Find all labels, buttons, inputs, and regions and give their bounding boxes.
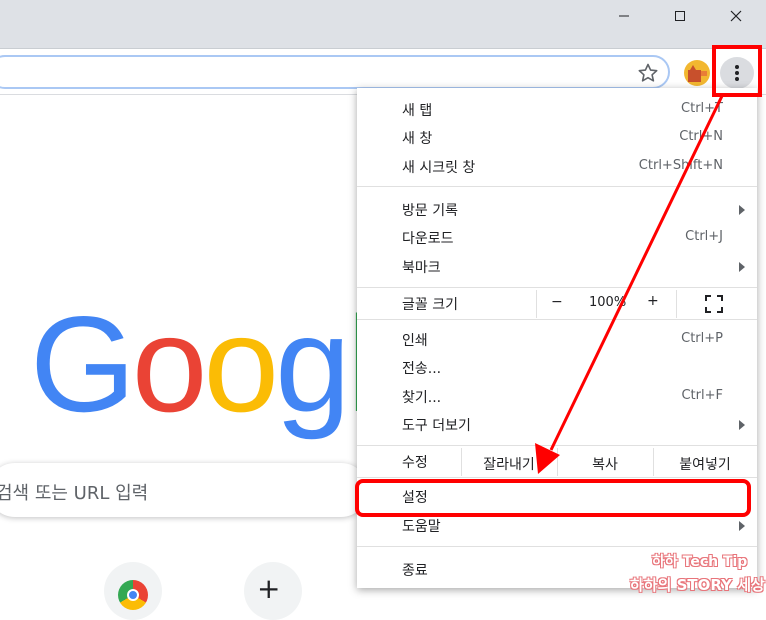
- minimize-button[interactable]: [596, 0, 652, 32]
- menu-item-find[interactable]: 찾기... Ctrl+F: [357, 383, 757, 411]
- menu-separator: [357, 287, 757, 288]
- logo-letter: o: [131, 288, 208, 440]
- logo-letter: o: [203, 288, 279, 440]
- menu-item-downloads[interactable]: 다운로드 Ctrl+J: [357, 224, 757, 252]
- close-icon: [730, 10, 742, 22]
- search-placeholder: 검색 또는 URL 입력: [0, 483, 149, 504]
- menu-item-print[interactable]: 인쇄 Ctrl+P: [357, 326, 757, 354]
- submenu-arrow-icon: [739, 205, 745, 215]
- zoom-row: 글꼴 크기 − 100% +: [357, 290, 757, 318]
- menu-item-label: 종료: [402, 563, 428, 579]
- chrome-web-store-icon: [118, 580, 148, 610]
- address-bar[interactable]: [0, 55, 670, 89]
- menu-item-label: 인쇄: [402, 333, 428, 349]
- menu-separator: [357, 319, 757, 320]
- menu-item-label: 북마크: [402, 260, 441, 276]
- menu-item-shortcut: Ctrl+Shift+N: [638, 158, 723, 173]
- minimize-icon: [619, 15, 629, 17]
- close-window-button[interactable]: [708, 0, 764, 32]
- menu-item-shortcut: Ctrl+P: [681, 331, 723, 346]
- menu-item-label: 다운로드: [402, 231, 454, 247]
- submenu-arrow-icon: [739, 262, 745, 272]
- fullscreen-icon[interactable]: [705, 295, 723, 313]
- menu-item-shortcut: Ctrl+J: [685, 229, 723, 244]
- menu-item-shortcut: Ctrl+T: [681, 101, 723, 116]
- menu-separator: [357, 445, 757, 446]
- menu-item-new-window[interactable]: 새 창 Ctrl+N: [357, 124, 757, 152]
- menu-separator: [357, 477, 757, 478]
- menu-item-label: 찾기...: [402, 390, 442, 406]
- maximize-button[interactable]: [652, 0, 708, 32]
- menu-item-label: 새 탭: [402, 103, 433, 119]
- submenu-arrow-icon: [739, 521, 745, 531]
- bookmark-star-icon[interactable]: [636, 61, 660, 85]
- cut-button[interactable]: 잘라내기: [461, 454, 557, 474]
- menu-separator: [357, 546, 757, 547]
- logo-letter: G: [30, 288, 136, 440]
- paste-button[interactable]: 붙여넣기: [653, 454, 757, 474]
- menu-item-label: 방문 기록: [402, 203, 458, 219]
- highlight-box-menu-button: [712, 45, 762, 97]
- highlight-box-settings: [355, 479, 751, 517]
- menu-item-label: 전송...: [402, 361, 442, 377]
- profile-avatar[interactable]: [684, 60, 710, 86]
- plus-icon: +: [257, 572, 281, 605]
- menu-item-shortcut: Ctrl+N: [679, 129, 723, 144]
- zoom-label: 글꼴 크기: [402, 297, 458, 313]
- watermark-line2: 하하의 STORY 세상: [630, 576, 765, 594]
- menu-item-history[interactable]: 방문 기록: [357, 196, 757, 224]
- logo-letter: g: [275, 288, 351, 440]
- menu-item-more-tools[interactable]: 도구 더보기: [357, 411, 757, 439]
- maximize-icon: [675, 11, 685, 21]
- menu-item-label: 도움말: [402, 519, 441, 535]
- watermark-line1: 하하 Tech Tip: [652, 554, 748, 570]
- zoom-in-button[interactable]: +: [647, 293, 659, 309]
- menu-item-incognito[interactable]: 새 시크릿 창 Ctrl+Shift+N: [357, 153, 757, 181]
- edit-row: 수정 잘라내기 복사 붙여넣기: [357, 448, 757, 476]
- edit-label: 수정: [402, 455, 428, 471]
- menu-item-bookmarks[interactable]: 북마크: [357, 253, 757, 281]
- menu-item-shortcut: Ctrl+F: [681, 388, 723, 403]
- submenu-arrow-icon: [739, 420, 745, 430]
- menu-item-label: 새 창: [402, 131, 433, 147]
- menu-separator: [357, 186, 757, 187]
- copy-button[interactable]: 복사: [557, 454, 653, 474]
- menu-item-new-tab[interactable]: 새 탭 Ctrl+T: [357, 96, 757, 124]
- menu-item-label: 도구 더보기: [402, 418, 471, 434]
- menu-item-label: 새 시크릿 창: [402, 160, 476, 176]
- zoom-out-button[interactable]: −: [551, 294, 563, 310]
- menu-item-cast[interactable]: 전송...: [357, 354, 757, 382]
- zoom-level: 100%: [589, 295, 627, 310]
